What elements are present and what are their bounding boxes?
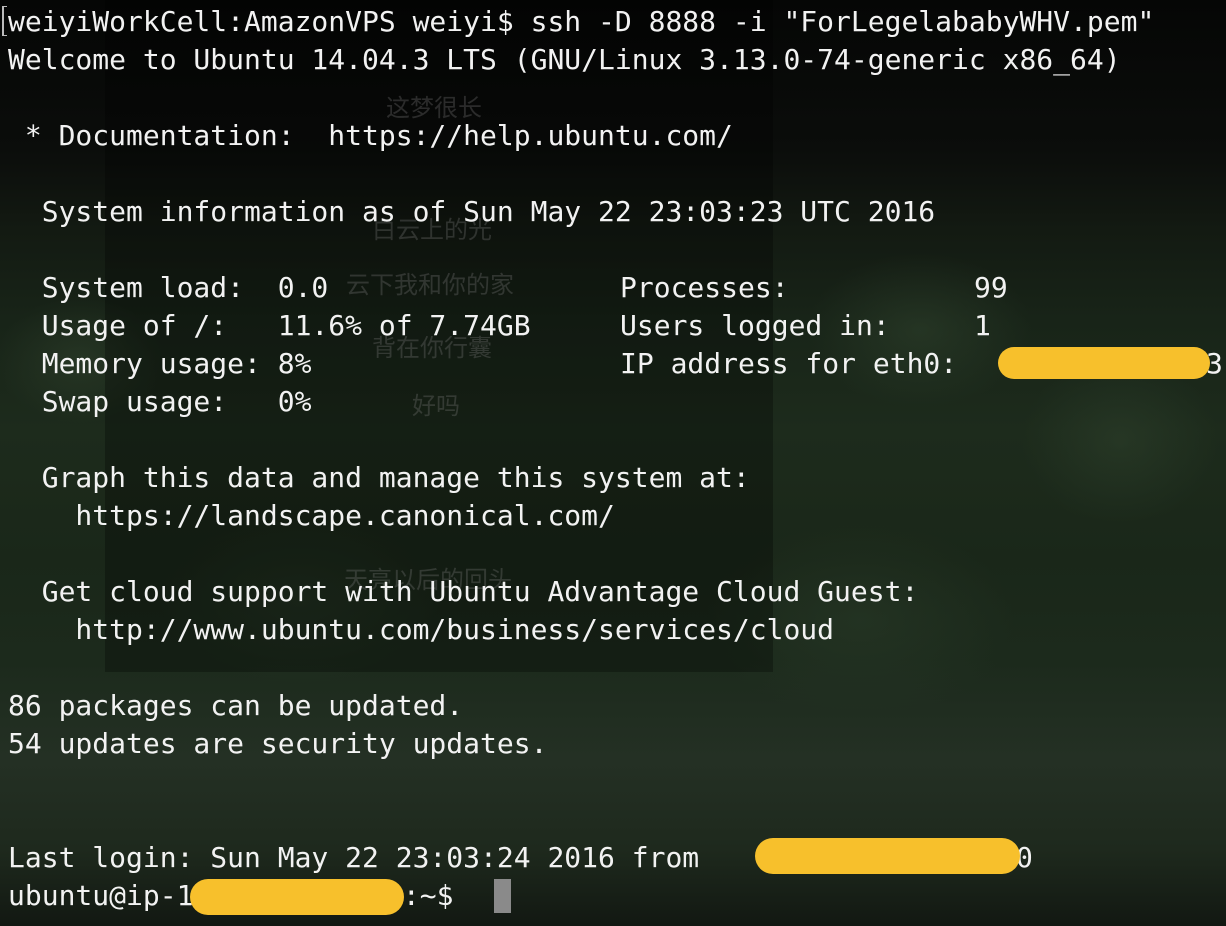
graph-line: Graph this data and manage this system a… (8, 461, 750, 494)
welcome-message: Welcome to Ubuntu 14.04.3 LTS (GNU/Linux… (8, 43, 1121, 76)
redaction-remote-ip (190, 879, 404, 915)
text-cursor[interactable] (494, 879, 511, 913)
stat-processes: Processes: 99 (620, 271, 1008, 304)
stat-users-logged-in: Users logged in: 1 (620, 309, 991, 342)
last-login-line: Last login: Sun May 22 23:03:24 2016 fro… (8, 841, 717, 874)
system-info-header: System information as of Sun May 22 23:0… (8, 195, 936, 228)
background-lyric: 云下我和你的家 (346, 271, 514, 299)
stat-disk-usage: Usage of /: 11.6% of 7.74GB (8, 309, 531, 342)
security-updates-line: 54 updates are security updates. (8, 727, 548, 760)
stat-system-load: System load: 0.0 (8, 271, 329, 304)
cloud-support-line: Get cloud support with Ubuntu Advantage … (8, 575, 919, 608)
redaction-login-host (755, 838, 1020, 874)
packages-line: 86 packages can be updated. (8, 689, 464, 722)
stat-memory-usage: Memory usage: 8% (8, 347, 312, 380)
redaction-ip-address (998, 347, 1210, 379)
landscape-url: https://landscape.canonical.com/ (8, 499, 615, 532)
line-marker (2, 6, 7, 36)
stat-ip-address-label: IP address for eth0: (620, 347, 975, 380)
documentation-line: * Documentation: https://help.ubuntu.com… (8, 119, 733, 152)
remote-prompt-prefix: ubuntu@ip-1 (8, 879, 194, 912)
cloud-url: http://www.ubuntu.com/business/services/… (8, 613, 835, 646)
local-prompt-command: weiyiWorkCell:AmazonVPS weiyi$ ssh -D 88… (8, 5, 1155, 38)
background-lyric: 好吗 (412, 392, 460, 420)
stat-swap-usage: Swap usage: 0% (8, 385, 312, 418)
terminal-window[interactable]: 这梦很长 白云上的光 云下我和你的家 背在你行囊 好吗 天亮以后的回头 weiy… (0, 0, 1226, 926)
